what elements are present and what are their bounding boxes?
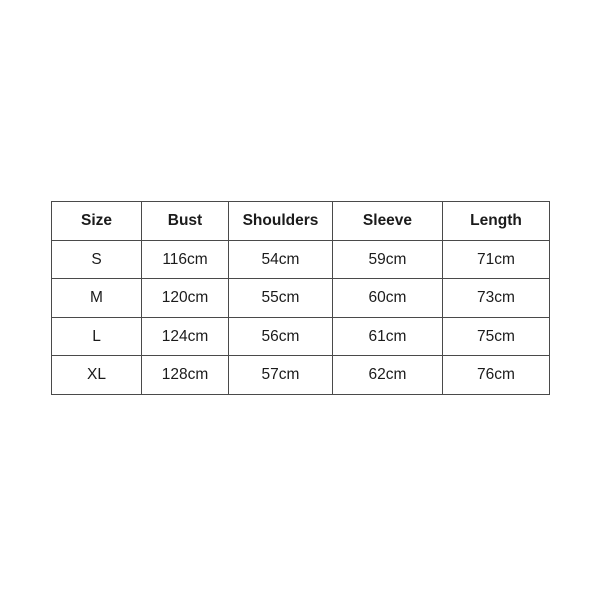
cell-sleeve: 61cm — [332, 316, 443, 356]
size-chart-table: Size Bust Shoulders Sleeve Length S 116c… — [51, 201, 550, 395]
cell-length: 75cm — [442, 316, 550, 356]
cell-sleeve: 59cm — [332, 239, 443, 279]
cell-bust: 128cm — [141, 355, 229, 395]
table-row: M 120cm 55cm 60cm 73cm — [51, 278, 550, 318]
cell-sleeve: 60cm — [332, 278, 443, 318]
table-row: XL 128cm 57cm 62cm 76cm — [51, 355, 550, 395]
cell-size: M — [51, 278, 142, 318]
cell-size: S — [51, 239, 142, 279]
cell-size: L — [51, 316, 142, 356]
table-row: L 124cm 56cm 61cm 75cm — [51, 316, 550, 356]
cell-bust: 124cm — [141, 316, 229, 356]
cell-shoulders: 57cm — [228, 355, 333, 395]
cell-shoulders: 55cm — [228, 278, 333, 318]
column-header-size: Size — [51, 201, 142, 241]
table-row: S 116cm 54cm 59cm 71cm — [51, 239, 550, 279]
cell-sleeve: 62cm — [332, 355, 443, 395]
cell-size: XL — [51, 355, 142, 395]
table-header-row: Size Bust Shoulders Sleeve Length — [51, 201, 550, 241]
cell-length: 73cm — [442, 278, 550, 318]
column-header-shoulders: Shoulders — [228, 201, 333, 241]
cell-length: 76cm — [442, 355, 550, 395]
column-header-bust: Bust — [141, 201, 229, 241]
column-header-sleeve: Sleeve — [332, 201, 443, 241]
cell-bust: 116cm — [141, 239, 229, 279]
cell-shoulders: 54cm — [228, 239, 333, 279]
column-header-length: Length — [442, 201, 550, 241]
cell-bust: 120cm — [141, 278, 229, 318]
cell-length: 71cm — [442, 239, 550, 279]
size-chart-container: Size Bust Shoulders Sleeve Length S 116c… — [51, 201, 550, 395]
cell-shoulders: 56cm — [228, 316, 333, 356]
